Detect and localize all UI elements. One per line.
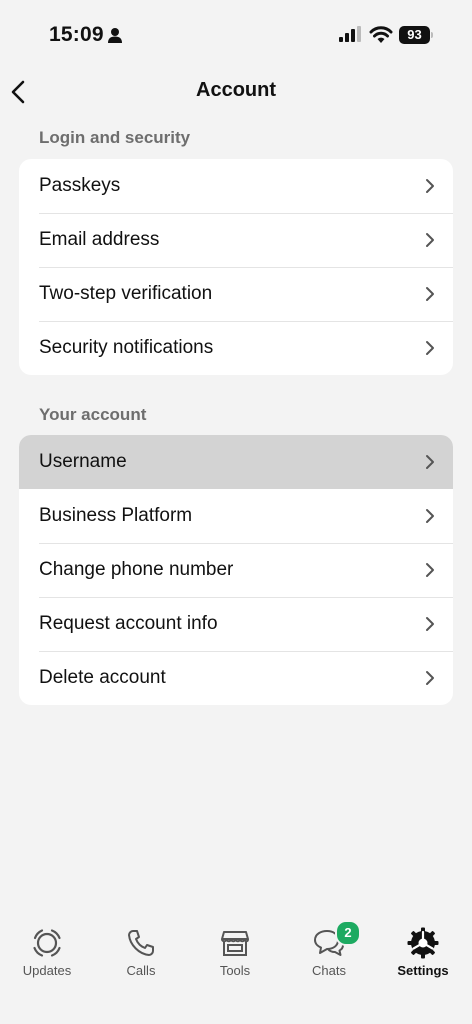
phone-icon [128,930,154,956]
tab-chats[interactable]: 2 Chats [282,910,376,990]
tab-label: Chats [312,963,346,978]
section-label-your-account: Your account [39,405,147,424]
menu-item-label: Delete account [39,667,166,688]
tab-updates[interactable]: Updates [0,910,94,990]
menu-item-security-notifications[interactable]: Security notifications [19,321,453,375]
menu-item-passkeys[interactable]: Passkeys [19,159,453,213]
chevron-right-icon [426,617,434,631]
tab-label: Tools [219,963,251,978]
nav-header: Account [0,70,472,114]
your-account-card: Username Business Platform Change phone … [19,435,453,705]
page-title: Account [196,79,276,101]
wifi-icon [369,26,393,43]
menu-item-label: Request account info [39,613,218,634]
chevron-right-icon [426,455,434,469]
battery-level: 93 [399,26,430,44]
menu-item-username[interactable]: Username [19,435,453,489]
settings-gear-icon [407,927,439,959]
chevron-right-icon [426,233,434,247]
menu-item-business-platform[interactable]: Business Platform [19,489,453,543]
menu-item-label: Security notifications [39,337,214,358]
section-label-login-security: Login and security [39,128,191,147]
menu-item-label: Passkeys [39,175,121,196]
tab-calls[interactable]: Calls [94,910,188,990]
chevron-right-icon [426,287,434,301]
menu-item-label: Email address [39,229,160,250]
signal-icon [339,26,361,42]
login-security-card: Passkeys Email address Two-step verifica… [19,159,453,375]
menu-item-change-phone-number[interactable]: Change phone number [19,543,453,597]
tab-label: Settings [397,963,449,978]
menu-item-two-step-verification[interactable]: Two-step verification [19,267,453,321]
status-bar: 15:09 93 [0,0,472,70]
chevron-right-icon [426,341,434,355]
menu-item-label: Business Platform [39,505,193,526]
battery-icon: 93 [399,26,433,44]
menu-item-email-address[interactable]: Email address [19,213,453,267]
menu-item-label: Change phone number [39,559,234,580]
chevron-right-icon [426,671,434,685]
menu-item-label: Two-step verification [39,283,213,304]
storefront-icon [221,931,249,956]
tab-settings[interactable]: Settings [376,910,470,990]
tab-label: Calls [126,963,156,978]
menu-item-delete-account[interactable]: Delete account [19,651,453,705]
menu-item-request-account-info[interactable]: Request account info [19,597,453,651]
tab-tools[interactable]: Tools [188,910,282,990]
chevron-right-icon [426,563,434,577]
person-icon [108,28,122,43]
updates-icon [33,929,61,957]
tab-label: Updates [22,963,72,978]
unread-badge: 2 [335,920,361,946]
chevron-right-icon [426,509,434,523]
tab-bar: Updates Calls Tools 2 Chats Settings [0,910,472,1024]
menu-item-label: Username [39,451,127,472]
status-time: 15:09 [49,23,104,46]
chevron-right-icon [426,179,434,193]
